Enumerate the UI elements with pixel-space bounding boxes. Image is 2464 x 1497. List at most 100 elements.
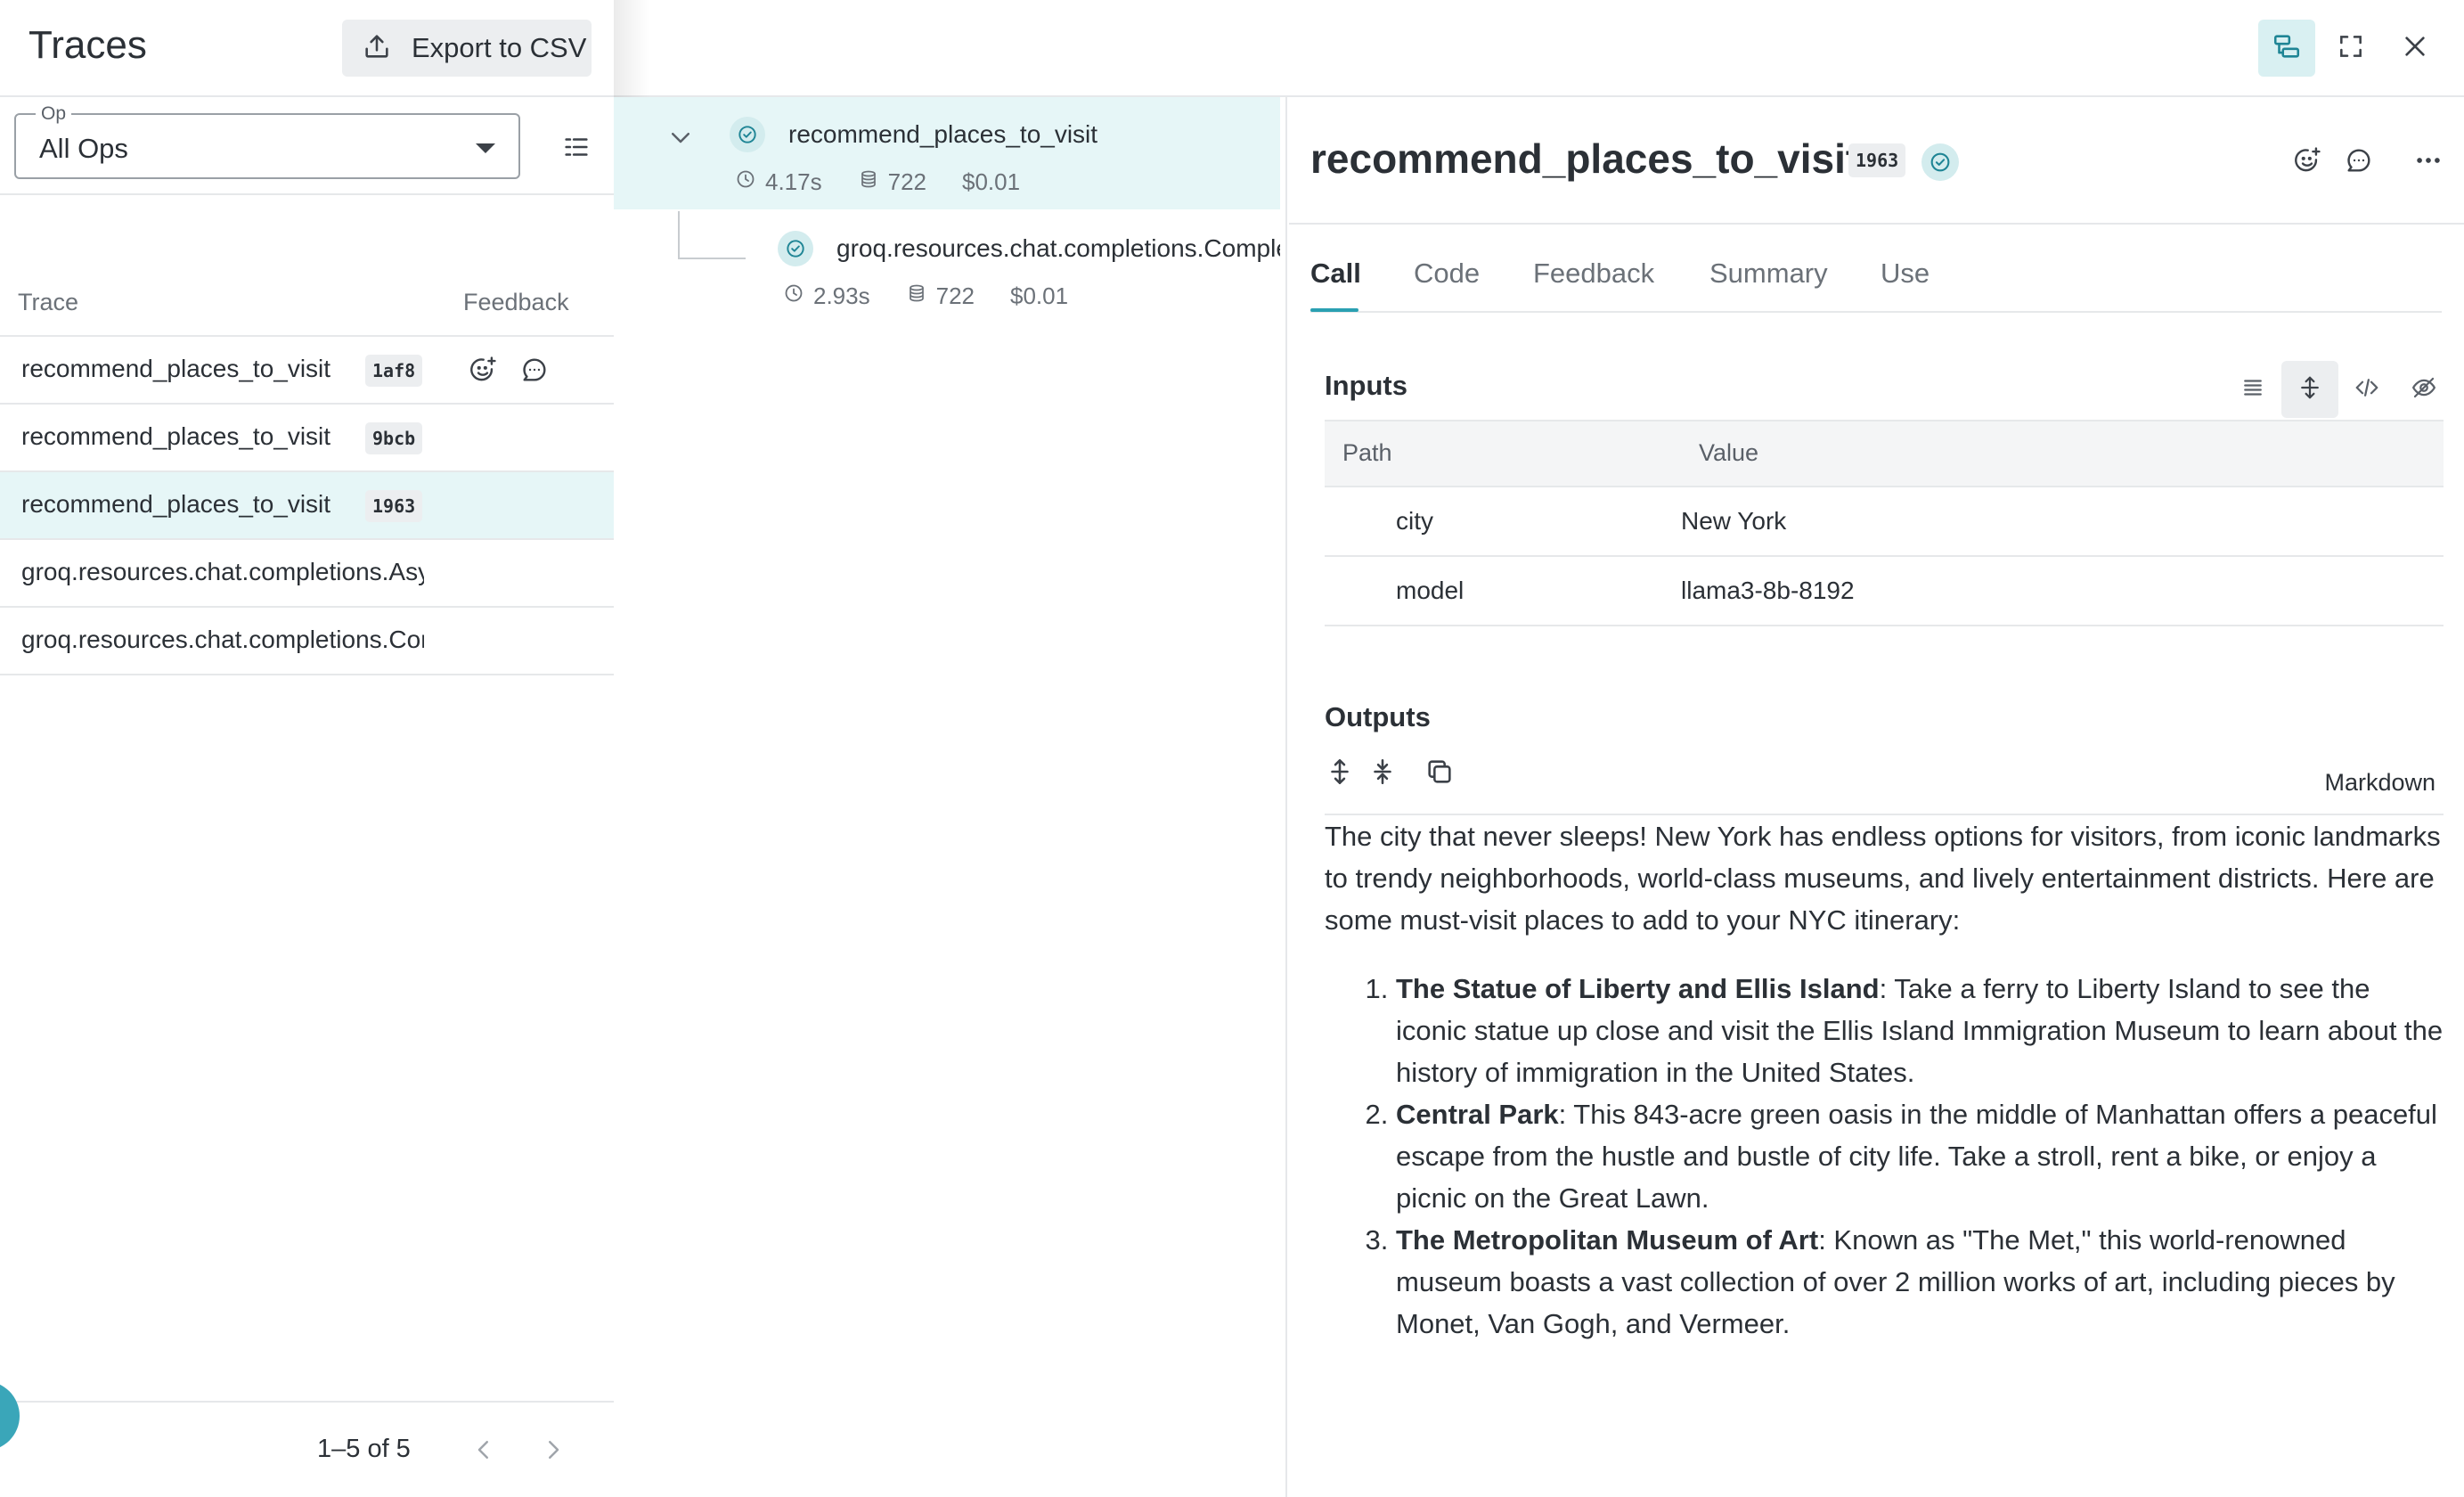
chevron-down-icon[interactable] [667,124,694,155]
collapse-vertical-icon[interactable] [1367,757,1398,791]
app-root: Traces Export to CSV Op All Ops Trace Fe… [0,0,2464,1497]
export-csv-button[interactable]: Export to CSV [342,20,592,77]
trace-name: recommend_places_to_visit [21,490,331,518]
column-header-path: Path [1342,439,1392,466]
table-row[interactable]: model llama3-8b-8192 [1325,557,2444,626]
output-format-toggle[interactable]: Markdown [2324,769,2435,797]
add-reaction-icon[interactable] [2292,145,2322,180]
tree-view-icon [2272,31,2302,66]
tab-call[interactable]: Call [1310,258,1361,290]
header-divider [1289,223,2464,225]
trace-name: recommend_places_to_visit [21,422,331,450]
tokens-icon [858,168,879,196]
list-icon [2240,374,2266,405]
clock-icon [735,168,756,196]
list-view-button[interactable] [2224,361,2281,418]
input-path: city [1396,507,1433,535]
trace-node-child[interactable]: groq.resources.chat.completions.Completi… [614,209,1280,307]
copy-icon[interactable] [1424,757,1455,791]
trace-id-badge: 9bcb [365,422,423,454]
code-icon [2354,374,2380,405]
success-check-icon [1921,143,1959,181]
add-reaction-icon[interactable] [468,355,498,389]
upload-icon [362,31,392,66]
chevron-left-icon[interactable] [470,1435,497,1469]
op-filter-value: All Ops [39,133,128,164]
input-path: model [1396,577,1465,604]
filter-bar: Op All Ops [0,97,614,195]
list-item: The Metropolitan Museum of Art: Known as… [1396,1219,2444,1345]
output-intro: The city that never sleeps! New York has… [1325,821,2441,936]
hide-button[interactable] [2395,361,2452,418]
op-filter-select[interactable]: Op All Ops [14,103,520,179]
input-value: llama3-8b-8192 [1681,577,1855,604]
inputs-toolbar [2224,361,2452,418]
success-check-icon [730,117,765,152]
drawer-toolbar [614,0,2464,97]
comment-icon[interactable] [2344,145,2374,180]
item-heading: The Metropolitan Museum of Art [1396,1224,1819,1256]
expand-all-button[interactable] [2281,361,2338,418]
item-heading: Central Park [1396,1099,1559,1130]
trace-name: groq.resources.chat.completions.AsyncCom… [21,558,424,585]
trace-name: groq.resources.chat.completions.Completi… [21,626,424,653]
column-header-feedback[interactable]: Feedback [463,289,569,316]
tokens-icon [906,282,927,307]
active-tab-indicator [1310,308,1358,312]
trace-id-badge: 1af8 [365,355,423,387]
trace-tree-toggle-button[interactable] [2258,20,2315,77]
tab-feedback[interactable]: Feedback [1533,258,1654,290]
eye-off-icon [2411,374,2437,405]
fullscreen-icon [2337,32,2365,65]
item-heading: The Statue of Liberty and Ellis Island [1396,973,1880,1004]
trace-id-badge: 1963 [365,490,423,522]
export-csv-label: Export to CSV [412,32,587,63]
trace-name: recommend_places_to_visit [21,355,331,382]
traces-panel: Traces Export to CSV Op All Ops Trace Fe… [0,0,614,1497]
inputs-table-header: Path Value [1325,420,2444,487]
cost-value: $0.01 [962,168,1021,195]
table-row[interactable]: groq.resources.chat.completions.Completi… [0,608,614,675]
tokens-value: 722 [887,168,926,195]
tab-summary[interactable]: Summary [1709,258,1828,290]
tokens-value: 722 [935,282,975,307]
call-tabs: Call Code Feedback Summary Use [1310,258,2442,313]
clock-icon [783,282,804,307]
tab-code[interactable]: Code [1414,258,1480,290]
trace-node-meta: 2.93s 722 $0.01 [783,282,1068,307]
table-row-selected[interactable]: recommend_places_to_visit 1963 [0,472,614,540]
outputs-toolbar [1325,757,1455,791]
list-item: Central Park: This 843-acre green oasis … [1396,1093,2444,1219]
column-header-trace[interactable]: Trace [18,289,78,316]
table-row[interactable]: groq.resources.chat.completions.AsyncCom… [0,540,614,608]
inputs-title: Inputs [1325,370,1407,401]
close-button[interactable] [2386,20,2444,77]
trace-node-name: groq.resources.chat.completions.Completi… [836,234,1280,262]
outputs-title: Outputs [1325,701,1431,732]
traces-header: Traces Export to CSV [0,0,614,97]
fullscreen-button[interactable] [2322,20,2379,77]
column-settings-icon[interactable] [561,132,592,167]
pagination: 1–5 of 5 [0,1401,614,1497]
code-view-button[interactable] [2338,361,2395,418]
comment-icon[interactable] [519,355,550,389]
tab-use[interactable]: Use [1881,258,1930,290]
traces-table-header: Trace Feedback [0,276,614,337]
success-check-icon [778,231,813,266]
trace-node-name: recommend_places_to_visit [788,120,1098,148]
trace-node-meta: 4.17s 722 $0.01 [735,168,1020,196]
expand-vertical-icon[interactable] [1325,757,1355,791]
column-header-value: Value [1699,439,1759,466]
list-item: The Statue of Liberty and Ellis Island: … [1396,968,2444,1093]
expand-vertical-icon [2297,374,2323,405]
op-filter-label: Op [36,103,72,125]
table-row[interactable]: recommend_places_to_visit 9bcb [0,405,614,472]
table-row[interactable]: recommend_places_to_visit 1af8 [0,337,614,405]
chevron-right-icon[interactable] [540,1435,567,1469]
more-options-icon[interactable] [2413,145,2444,180]
trace-node-root[interactable]: recommend_places_to_visit 4.17s 722 $0.0… [614,97,1280,209]
call-title: recommend_places_to_visit [1310,135,1860,182]
table-row[interactable]: city New York [1325,487,2444,557]
call-id-badge: 1963 [1848,143,1906,177]
page-title: Traces [29,23,147,67]
